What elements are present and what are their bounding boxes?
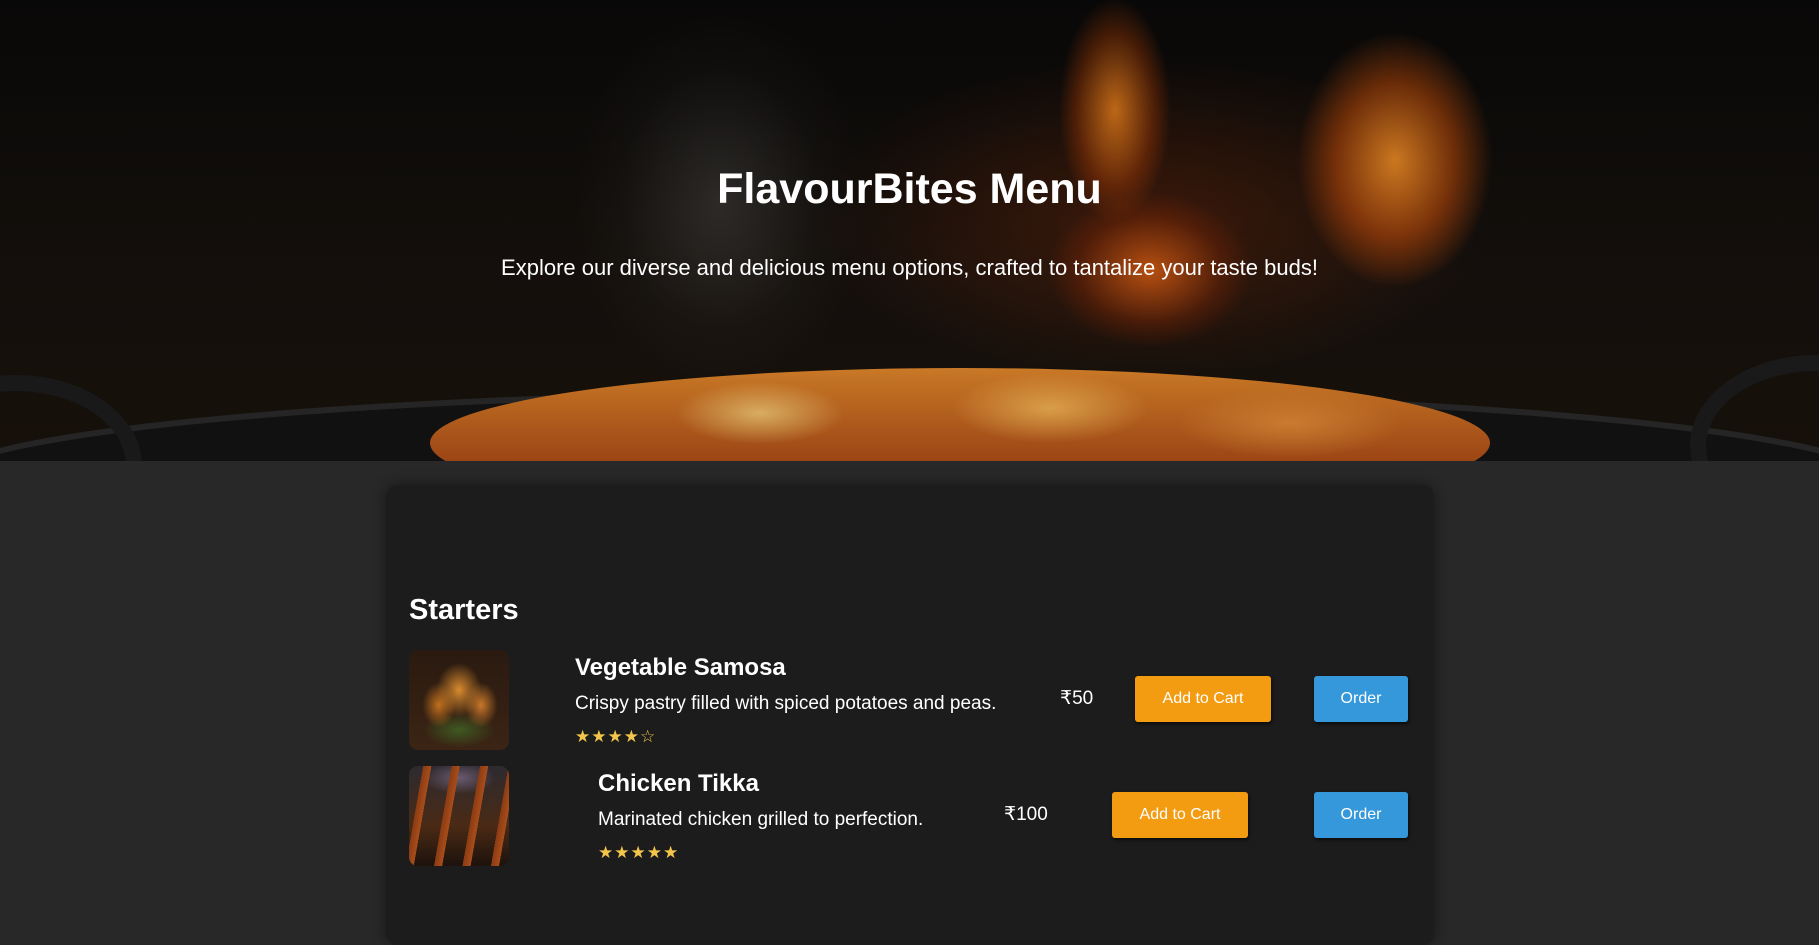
hero-banner: FlavourBites Menu Explore our diverse an… [0,0,1819,461]
menu-item-name: Chicken Tikka [598,770,759,797]
menu-item-price: ₹50 [1060,688,1094,709]
order-button[interactable]: Order [1314,676,1408,722]
menu-item-name: Vegetable Samosa [575,654,786,681]
section-heading-starters: Starters [409,594,519,626]
menu-item-rating: ★★★★☆ [575,727,657,746]
menu-item-rating: ★★★★★ [598,843,680,862]
order-button[interactable]: Order [1314,792,1408,838]
add-to-cart-button[interactable]: Add to Cart [1112,792,1248,838]
hero-subtitle: Explore our diverse and delicious menu o… [501,255,1318,280]
menu-item-description: Marinated chicken grilled to perfection. [598,809,924,830]
page-title: FlavourBites Menu [717,165,1102,213]
vegetable-samosa-image [409,650,509,750]
menu-item-description: Crispy pastry filled with spiced potatoe… [575,693,997,714]
menu-item-price: ₹100 [1004,804,1048,825]
hero-overlay [0,0,1819,461]
add-to-cart-button[interactable]: Add to Cart [1135,676,1271,722]
chicken-tikka-image [409,766,509,866]
